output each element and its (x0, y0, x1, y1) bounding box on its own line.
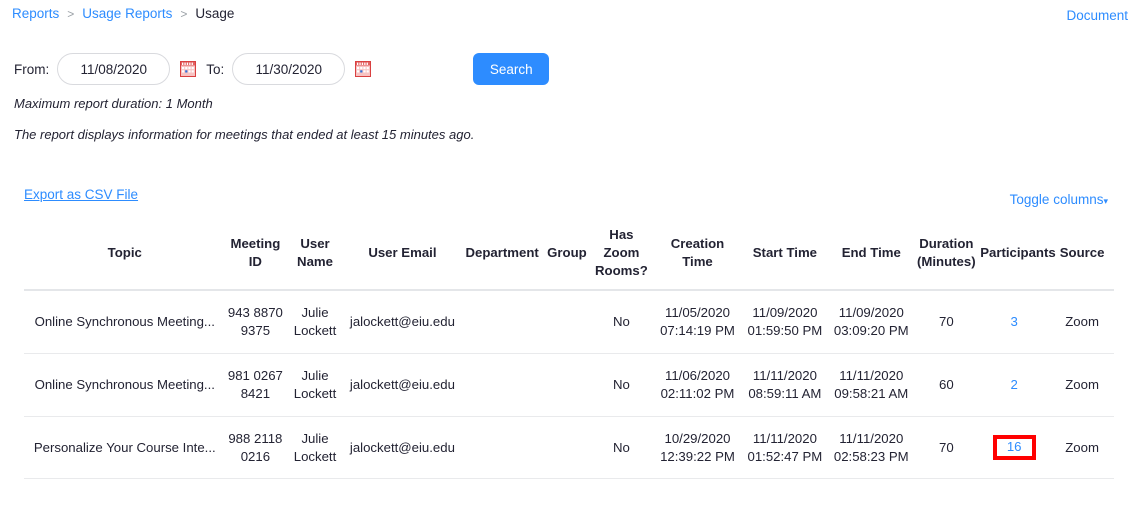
cell-duration: 60 (914, 353, 979, 417)
breadcrumb: Reports > Usage Reports > Usage (12, 6, 234, 21)
cell-end-time: 11/11/2020 09:58:21 AM (828, 353, 915, 417)
table-header-row: Topic Meeting ID User Name User Email De… (24, 222, 1114, 291)
cell-source: Zoom (1050, 353, 1114, 417)
cell-participants[interactable]: 3 (978, 290, 1051, 355)
column-header-duration[interactable]: Duration (Minutes) (914, 222, 978, 290)
column-header-group[interactable]: Group (544, 222, 589, 290)
breadcrumb-item-reports[interactable]: Reports (12, 6, 59, 21)
breadcrumb-item-usage-reports[interactable]: Usage Reports (82, 6, 172, 21)
cell-duration: 70 (914, 416, 979, 480)
cell-group (544, 353, 590, 417)
cell-user-email: jalockett@eiu.edu (344, 290, 460, 355)
cell-end-time: 11/09/2020 03:09:20 PM (828, 290, 915, 355)
cell-user-name: Julie Lockett (285, 416, 345, 480)
cell-topic: Personalize Your Course Inte... (24, 416, 226, 480)
cell-group (544, 416, 590, 480)
toggle-columns-button[interactable]: Toggle columns▾ (1010, 192, 1108, 207)
cell-meeting-id: 981 0267 8421 (225, 353, 286, 417)
cell-topic: Online Synchronous Meeting... (24, 290, 226, 355)
cell-participants[interactable]: 2 (978, 353, 1051, 417)
usage-table: Topic Meeting ID User Name User Email De… (24, 222, 1114, 480)
to-label: To: (206, 61, 225, 77)
column-header-topic[interactable]: Topic (24, 222, 226, 290)
participants-link[interactable]: 16 (1007, 439, 1022, 454)
participants-highlight-box[interactable]: 16 (992, 435, 1036, 460)
column-header-department[interactable]: Department (460, 222, 544, 290)
cell-duration: 70 (914, 290, 979, 355)
participants-link[interactable]: 3 (1011, 314, 1018, 329)
cell-department (459, 290, 545, 355)
from-date-input[interactable] (57, 53, 171, 85)
column-header-user-name[interactable]: User Name (285, 222, 345, 290)
table-row: Personalize Your Course Inte... 988 2118… (24, 416, 1114, 480)
cell-department (459, 416, 545, 480)
cell-has-zoom-rooms: No (589, 290, 654, 355)
cell-has-zoom-rooms: No (589, 353, 654, 417)
cell-source: Zoom (1050, 290, 1114, 355)
table-row: Online Synchronous Meeting... 981 0267 8… (24, 353, 1114, 417)
column-header-has-zoom-rooms[interactable]: Has Zoom Rooms? (590, 222, 654, 290)
column-header-user-email[interactable]: User Email (345, 222, 460, 290)
calendar-icon[interactable] (180, 61, 197, 77)
chevron-down-icon: ▾ (1103, 196, 1108, 206)
filter-bar: From: To: (14, 53, 550, 85)
cell-group (544, 290, 590, 355)
calendar-icon[interactable] (355, 61, 372, 77)
column-header-participants[interactable]: Participants (978, 222, 1056, 290)
cell-department (459, 353, 545, 417)
cell-start-time: 11/11/2020 01:52:47 PM (741, 416, 829, 480)
column-header-start-time[interactable]: Start Time (742, 222, 828, 290)
cell-topic: Online Synchronous Meeting... (24, 353, 226, 417)
cell-creation-time: 11/05/2020 07:14:19 PM (653, 290, 742, 355)
breadcrumb-separator-icon: > (180, 6, 188, 21)
breadcrumb-item-usage: Usage (195, 6, 235, 21)
cell-user-email: jalockett@eiu.edu (344, 353, 460, 417)
table-row: Online Synchronous Meeting... 943 8870 9… (24, 290, 1114, 355)
cell-user-email: jalockett@eiu.edu (344, 416, 460, 480)
cell-start-time: 11/11/2020 08:59:11 AM (741, 353, 829, 417)
cell-end-time: 11/11/2020 02:58:23 PM (828, 416, 915, 480)
report-info-note: The report displays information for meet… (14, 127, 475, 142)
cell-meeting-id: 988 2118 0216 (225, 416, 286, 480)
cell-participants[interactable]: 16 (978, 416, 1051, 480)
max-duration-note: Maximum report duration: 1 Month (14, 96, 213, 111)
from-label: From: (14, 61, 50, 77)
cell-meeting-id: 943 8870 9375 (225, 290, 286, 355)
column-header-source[interactable]: Source (1050, 222, 1114, 290)
to-date-input[interactable] (232, 53, 346, 85)
cell-creation-time: 10/29/2020 12:39:22 PM (653, 416, 742, 480)
usage-table-body: Online Synchronous Meeting... 943 8870 9… (24, 290, 1114, 480)
column-header-meeting-id[interactable]: Meeting ID (226, 222, 286, 290)
cell-user-name: Julie Lockett (285, 290, 345, 355)
column-header-end-time[interactable]: End Time (828, 222, 914, 290)
export-csv-link[interactable]: Export as CSV File (24, 187, 138, 202)
cell-start-time: 11/09/2020 01:59:50 PM (741, 290, 829, 355)
search-button[interactable]: Search (473, 53, 550, 85)
column-header-creation-time[interactable]: Creation Time (653, 222, 741, 290)
cell-user-name: Julie Lockett (285, 353, 345, 417)
participants-link[interactable]: 2 (1011, 377, 1018, 392)
cell-has-zoom-rooms: No (589, 416, 654, 480)
breadcrumb-separator-icon: > (67, 6, 75, 21)
document-link[interactable]: Document (1066, 8, 1128, 23)
cell-creation-time: 11/06/2020 02:11:02 PM (653, 353, 742, 417)
toggle-columns-label: Toggle columns (1009, 192, 1104, 207)
cell-source: Zoom (1050, 416, 1114, 480)
